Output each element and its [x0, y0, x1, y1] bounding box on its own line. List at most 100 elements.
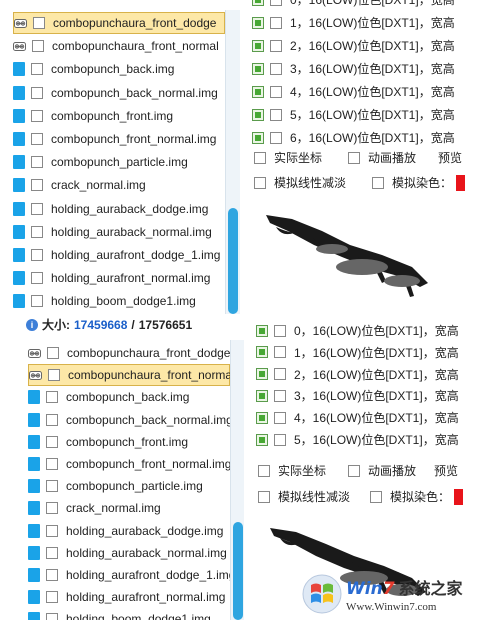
top-frame-checkbox[interactable]: [270, 39, 282, 52]
top-frame-checkbox[interactable]: [270, 131, 282, 144]
bottom-frame-checkbox[interactable]: [274, 346, 286, 359]
bottom-file-checkbox[interactable]: [46, 480, 58, 493]
actual-coords-option-2[interactable]: 实际坐标: [258, 462, 326, 479]
bottom-file-row[interactable]: holding_auraback_normal.img: [28, 542, 230, 564]
bottom-file-row[interactable]: crack_normal.img: [28, 497, 230, 519]
bottom-frame-checkbox[interactable]: [274, 324, 286, 337]
top-frame-row[interactable]: 1，16(LOW)位色[DXT1]，宽高: [252, 12, 460, 33]
top-file-checkbox[interactable]: [31, 63, 43, 76]
bottom-frame-checkbox[interactable]: [274, 368, 286, 381]
top-file-scrollbar[interactable]: [225, 10, 240, 314]
bottom-file-row[interactable]: combopunchaura_front_normal: [28, 364, 235, 387]
bottom-frame-row[interactable]: 1，16(LOW)位色[DXT1]，宽高: [256, 342, 460, 363]
top-file-checkbox[interactable]: [31, 156, 43, 169]
bottom-file-row[interactable]: combopunch_particle.img: [28, 475, 230, 497]
dye-checkbox[interactable]: [372, 176, 384, 189]
anim-play-checkbox-2[interactable]: [348, 464, 360, 477]
bottom-file-checkbox[interactable]: [46, 569, 58, 581]
bottom-file-row[interactable]: holding_aurafront_dodge_1.img: [28, 564, 235, 586]
actual-coords-checkbox-2[interactable]: [258, 464, 270, 477]
bottom-file-row[interactable]: holding_aurafront_normal.img: [28, 586, 230, 608]
top-file-row[interactable]: holding_boom_dodge1.img: [13, 290, 225, 312]
bottom-file-checkbox[interactable]: [46, 391, 58, 404]
bottom-file-scrollbar[interactable]: [230, 340, 244, 620]
anim-play-option[interactable]: 动画播放: [348, 149, 416, 166]
bottom-file-checkbox[interactable]: [46, 502, 58, 515]
bottom-file-row[interactable]: combopunch_back.img: [28, 386, 230, 408]
top-file-row[interactable]: combopunch_front.img: [13, 105, 225, 127]
bottom-file-row[interactable]: combopunch_front.img: [28, 431, 230, 453]
top-frame-row[interactable]: 5，16(LOW)位色[DXT1]，宽高: [252, 104, 460, 125]
top-file-checkbox[interactable]: [32, 40, 44, 53]
bottom-file-row[interactable]: combopunch_back_normal.img: [28, 409, 233, 431]
top-frame-checkbox[interactable]: [270, 62, 282, 75]
top-file-checkbox[interactable]: [31, 225, 43, 238]
bottom-file-checkbox[interactable]: [46, 435, 58, 448]
bottom-file-checkbox[interactable]: [46, 413, 58, 426]
bottom-frame-checkbox[interactable]: [274, 389, 286, 402]
linear-fade-checkbox[interactable]: [254, 176, 266, 189]
top-frame-checkbox[interactable]: [270, 16, 282, 29]
bottom-file-row[interactable]: holding_auraback_dodge.img: [28, 520, 230, 542]
bottom-file-checkbox[interactable]: [48, 369, 60, 382]
top-frame-row[interactable]: 2，16(LOW)位色[DXT1]，宽高: [252, 35, 460, 56]
bottom-file-checkbox[interactable]: [46, 524, 58, 537]
top-file-row[interactable]: crack_normal.img: [13, 174, 225, 196]
preview-option[interactable]: 预览: [438, 149, 462, 166]
bottom-frame-row[interactable]: 5，16(LOW)位色[DXT1]，宽高: [256, 429, 460, 450]
anim-play-checkbox[interactable]: [348, 151, 360, 164]
linear-fade-checkbox-2[interactable]: [258, 490, 270, 503]
dye-color-swatch[interactable]: [456, 174, 466, 191]
top-file-checkbox[interactable]: [31, 249, 43, 261]
top-frame-row[interactable]: 6，16(LOW)位色[DXT1]，宽高: [252, 127, 460, 146]
top-file-row[interactable]: combopunchaura_front_dodge: [13, 12, 225, 34]
bottom-frame-row[interactable]: 2，16(LOW)位色[DXT1]，宽高: [256, 364, 460, 385]
top-file-row[interactable]: holding_auraback_normal.img: [13, 221, 225, 243]
top-frame-row[interactable]: 4，16(LOW)位色[DXT1]，宽高: [252, 81, 460, 102]
top-file-checkbox[interactable]: [31, 202, 43, 215]
top-file-checkbox[interactable]: [31, 133, 43, 145]
bottom-file-checkbox[interactable]: [46, 546, 58, 559]
bottom-frame-row[interactable]: 3，16(LOW)位色[DXT1]，宽高: [256, 385, 460, 406]
dye-checkbox-2[interactable]: [370, 490, 382, 503]
top-file-checkbox[interactable]: [31, 295, 43, 308]
top-scroll-thumb[interactable]: [228, 208, 238, 314]
top-file-checkbox[interactable]: [31, 109, 43, 122]
actual-coords-checkbox[interactable]: [254, 151, 266, 164]
top-file-row[interactable]: holding_aurafront_dodge_1.img: [13, 244, 225, 266]
top-file-row[interactable]: combopunch_particle.img: [13, 151, 225, 173]
top-file-checkbox[interactable]: [31, 86, 43, 99]
bottom-file-row[interactable]: combopunch_front_normal.img: [28, 453, 231, 475]
top-file-row[interactable]: combopunch_front_normal.img: [13, 128, 225, 150]
bottom-file-checkbox[interactable]: [46, 591, 58, 604]
top-file-row[interactable]: holding_aurafront_normal.img: [13, 267, 225, 289]
bottom-file-checkbox[interactable]: [47, 347, 59, 359]
bottom-file-checkbox[interactable]: [46, 458, 58, 470]
bottom-file-row[interactable]: holding_boom_dodge1.img: [28, 608, 230, 620]
top-file-checkbox[interactable]: [31, 272, 43, 285]
dye-color-swatch-2[interactable]: [454, 488, 464, 505]
anim-play-option-2[interactable]: 动画播放: [348, 462, 416, 479]
top-frame-checkbox[interactable]: [270, 85, 282, 98]
top-file-checkbox[interactable]: [33, 17, 45, 29]
preview-option-2[interactable]: 预览: [434, 462, 458, 479]
top-frame-row[interactable]: 0，16(LOW)位色[DXT1]，宽高: [252, 0, 460, 10]
bottom-frame-row[interactable]: 4，16(LOW)位色[DXT1]，宽高: [256, 407, 460, 428]
top-file-row[interactable]: combopunch_back.img: [13, 58, 225, 80]
bottom-frame-checkbox[interactable]: [274, 411, 286, 424]
top-frame-checkbox[interactable]: [270, 108, 282, 121]
bottom-frame-row[interactable]: 0，16(LOW)位色[DXT1]，宽高: [256, 320, 460, 341]
actual-coords-option[interactable]: 实际坐标: [254, 149, 322, 166]
bottom-frame-checkbox[interactable]: [274, 433, 286, 446]
linear-fade-option[interactable]: 模拟线性减淡: [254, 174, 346, 191]
bottom-file-checkbox[interactable]: [46, 613, 58, 620]
bottom-scroll-thumb[interactable]: [233, 522, 243, 620]
linear-fade-option-2[interactable]: 模拟线性减淡: [258, 488, 350, 505]
top-frame-checkbox[interactable]: [270, 0, 282, 6]
top-file-row[interactable]: combopunch_back_normal.img: [13, 82, 225, 104]
top-file-row[interactable]: holding_auraback_dodge.img: [13, 198, 225, 220]
top-file-checkbox[interactable]: [31, 179, 43, 192]
top-file-row[interactable]: combopunchaura_front_normal: [13, 35, 225, 57]
bottom-file-row[interactable]: combopunchaura_front_dodge: [28, 342, 230, 364]
dye-option-2[interactable]: 模拟染色：: [370, 488, 464, 505]
